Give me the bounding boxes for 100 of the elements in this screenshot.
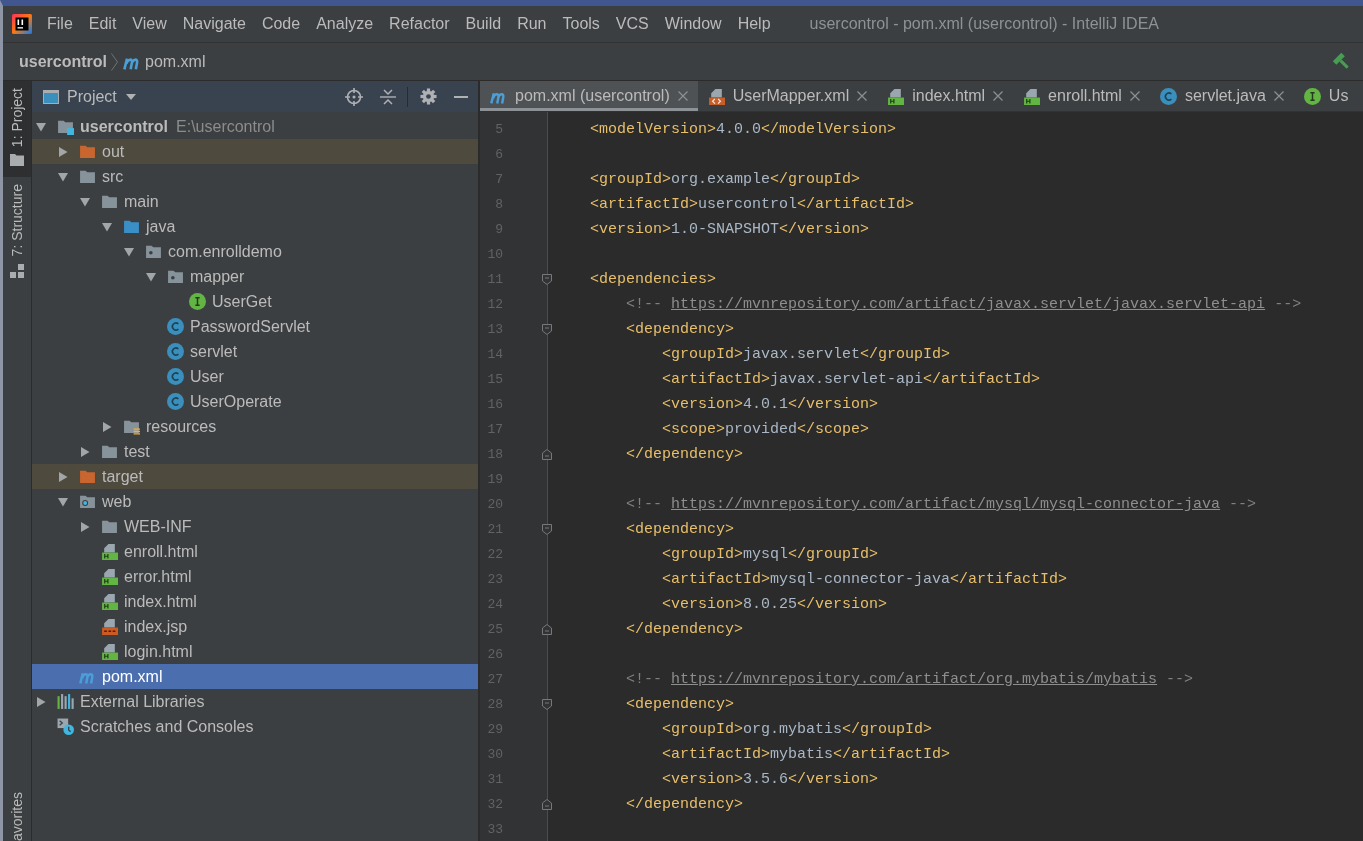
- menu-item[interactable]: Help: [737, 15, 771, 33]
- code-line: <groupId>javax.servlet</groupId>: [662, 346, 951, 363]
- code-line: <artifactId>javax.servlet-api</artifactId>: [662, 371, 1041, 388]
- fold-icon[interactable]: [542, 624, 552, 635]
- tree-toggle-icon[interactable]: [58, 471, 68, 482]
- tree-item[interactable]: target: [32, 464, 478, 489]
- editor-tab[interactable]: servlet.java: [1149, 81, 1294, 111]
- comment-link[interactable]: https://mvnrepository.com/artifact/mysql/mysql-connector-java: [671, 496, 1221, 513]
- folder-icon: [101, 193, 118, 210]
- tree-item[interactable]: User: [32, 364, 478, 389]
- folder-icon: [79, 468, 96, 485]
- close-icon[interactable]: [993, 91, 1004, 101]
- tree-item[interactable]: index.jsp: [32, 614, 478, 639]
- editor-tab[interactable]: enroll.html: [1013, 81, 1150, 111]
- tree-item[interactable]: servlet: [32, 339, 478, 364]
- menu-item[interactable]: Navigate: [182, 15, 246, 33]
- menu-item[interactable]: File: [47, 15, 73, 33]
- fold-icon[interactable]: [542, 324, 552, 335]
- tree-item[interactable]: error.html: [32, 564, 478, 589]
- editor-tab[interactable]: UserMapper.xml: [697, 81, 878, 111]
- crosshair-icon[interactable]: [345, 87, 363, 106]
- tree-toggle-icon[interactable]: [80, 446, 90, 457]
- tool-window-tab[interactable]: 1: Project: [3, 81, 31, 178]
- view-dropdown[interactable]: Project: [67, 87, 136, 106]
- tree-toggle-icon[interactable]: [146, 271, 156, 282]
- tree-item[interactable]: login.html: [32, 639, 478, 664]
- close-icon[interactable]: [677, 91, 688, 101]
- code-line: <dependency>: [626, 696, 735, 713]
- tree-item[interactable]: UserOperate: [32, 389, 478, 414]
- menu-item[interactable]: Run: [517, 15, 547, 33]
- code-line: <dependency>: [626, 321, 735, 338]
- tree-item[interactable]: resources: [32, 414, 478, 439]
- menu-item[interactable]: Edit: [88, 15, 117, 33]
- tree-item[interactable]: out: [32, 139, 478, 164]
- fold-icon[interactable]: [542, 274, 552, 285]
- xml-file-icon: [707, 87, 725, 105]
- tree-item[interactable]: main: [32, 189, 478, 214]
- html-file-icon: [101, 593, 118, 610]
- menu-item[interactable]: Code: [261, 15, 301, 33]
- scratches-icon: [57, 718, 74, 735]
- tree-item[interactable]: UserGet: [32, 289, 478, 314]
- menu-item[interactable]: Tools: [562, 15, 600, 33]
- close-icon[interactable]: [1273, 91, 1284, 101]
- fold-icon[interactable]: [542, 524, 552, 535]
- comment-link[interactable]: https://mvnrepository.com/artifact/org.mybatis/mybatis: [671, 671, 1158, 688]
- tree-item[interactable]: enroll.html: [32, 539, 478, 564]
- tree-item[interactable]: Scratches and Consoles: [32, 714, 478, 739]
- tree-item[interactable]: com.enrolldemo: [32, 239, 478, 264]
- menu-item[interactable]: Window: [664, 15, 722, 33]
- tree-item[interactable]: src: [32, 164, 478, 189]
- breadcrumb-item[interactable]: pom.xml: [123, 52, 206, 71]
- tree-item[interactable]: usercontrol E:\usercontrol: [32, 114, 478, 139]
- tree-item[interactable]: PasswordServlet: [32, 314, 478, 339]
- tree-toggle-icon[interactable]: [58, 146, 68, 157]
- minimize-icon[interactable]: [454, 95, 468, 98]
- tree-item[interactable]: mapper: [32, 264, 478, 289]
- tool-window-tab[interactable]: avorites: [3, 785, 31, 841]
- gear-icon[interactable]: [420, 88, 437, 105]
- tree-item[interactable]: test: [32, 439, 478, 464]
- menu-item[interactable]: Refactor: [389, 15, 450, 33]
- hammer-icon[interactable]: [1332, 51, 1352, 72]
- close-icon[interactable]: [857, 91, 868, 101]
- editor-tab[interactable]: pom.xml (usercontrol): [480, 81, 698, 111]
- tree-item[interactable]: index.html: [32, 589, 478, 614]
- fold-icon[interactable]: [542, 799, 552, 810]
- tree-toggle-icon[interactable]: [102, 221, 112, 232]
- tree-item[interactable]: web: [32, 489, 478, 514]
- comment-link[interactable]: https://mvnrepository.com/artifact/javax.servlet/javax.servlet-api: [671, 296, 1266, 313]
- menu-item[interactable]: Build: [465, 15, 502, 33]
- html-file-icon: [101, 568, 118, 585]
- menu-item[interactable]: Analyze: [316, 15, 374, 33]
- folder-icon: [123, 218, 140, 235]
- editor-tab[interactable]: index.html: [877, 81, 1014, 111]
- editor-tab[interactable]: Us: [1293, 81, 1359, 111]
- breadcrumb-item[interactable]: usercontrol: [19, 52, 107, 71]
- tree-toggle-icon[interactable]: [102, 421, 112, 432]
- tree-item[interactable]: pom.xml: [32, 664, 478, 689]
- collapse-icon[interactable]: [380, 88, 396, 105]
- tree-toggle-icon[interactable]: [58, 171, 68, 182]
- close-icon[interactable]: [1129, 91, 1140, 101]
- fold-icon[interactable]: [542, 449, 552, 460]
- folder-icon: [10, 154, 24, 167]
- class-icon: [1159, 87, 1177, 105]
- tree-item[interactable]: External Libraries: [32, 689, 478, 714]
- code-line: <groupId>org.example</groupId>: [590, 171, 861, 188]
- menu-item[interactable]: VCS: [615, 15, 649, 33]
- tool-window-tab[interactable]: 7: Structure: [3, 177, 31, 289]
- fold-icon[interactable]: [542, 699, 552, 710]
- tree-toggle-icon[interactable]: [80, 521, 90, 532]
- tree-toggle-icon[interactable]: [80, 196, 90, 207]
- tree-toggle-icon[interactable]: [36, 121, 46, 132]
- window-icon: [43, 89, 59, 104]
- tree-item[interactable]: java: [32, 214, 478, 239]
- code-line: <version>4.0.1</version>: [662, 396, 879, 413]
- tree-toggle-icon[interactable]: [124, 246, 134, 257]
- tree-item[interactable]: WEB-INF: [32, 514, 478, 539]
- tree-toggle-icon[interactable]: [36, 696, 46, 707]
- tree-toggle-icon[interactable]: [58, 496, 68, 507]
- html-file-icon: [887, 87, 905, 105]
- menu-item[interactable]: View: [132, 15, 167, 33]
